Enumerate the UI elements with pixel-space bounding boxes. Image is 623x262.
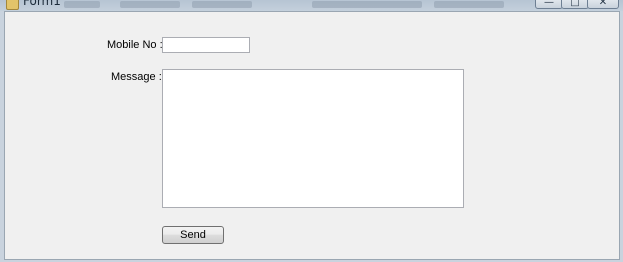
toolbar-blur-1 <box>64 1 100 8</box>
message-label: Message : <box>111 71 162 83</box>
toolbar-blur-2 <box>120 1 180 8</box>
minimize-button[interactable]: — <box>535 0 563 9</box>
toolbar-blur-5 <box>434 1 504 8</box>
toolbar-blur-3 <box>192 1 252 8</box>
close-button[interactable]: ✕ <box>587 0 619 9</box>
maximize-button[interactable]: □ <box>561 0 589 9</box>
toolbar-blur-4 <box>312 1 422 8</box>
mobile-no-label: Mobile No : <box>107 39 163 51</box>
send-button[interactable]: Send <box>162 226 224 244</box>
mobile-no-input[interactable] <box>162 37 250 53</box>
form-client-area: Mobile No : Message : Send <box>4 11 620 260</box>
window-title: Form1 <box>23 0 61 8</box>
title-bar: Form1 — □ ✕ <box>0 0 623 11</box>
message-textarea[interactable] <box>162 69 464 208</box>
app-icon <box>6 0 19 10</box>
